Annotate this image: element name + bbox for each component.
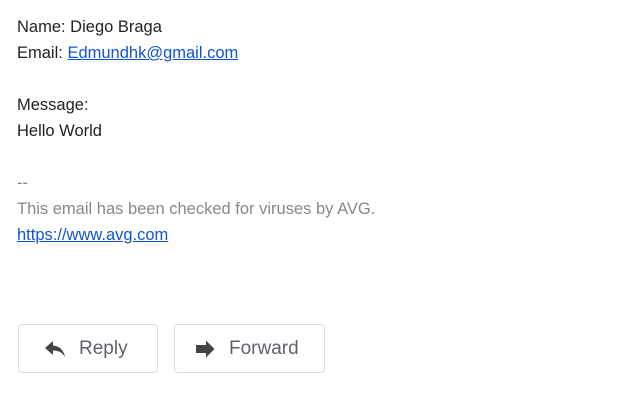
email-body: Name: Diego Braga Email: Edmundhk@gmail.… bbox=[17, 14, 375, 248]
signature-separator: -- bbox=[17, 174, 28, 192]
reply-label: Reply bbox=[79, 337, 128, 359]
forward-label: Forward bbox=[229, 337, 299, 359]
signature-link[interactable]: https://www.avg.com bbox=[17, 226, 168, 244]
forward-button[interactable]: Forward bbox=[174, 324, 325, 373]
reply-button[interactable]: Reply bbox=[18, 324, 158, 373]
sender-name: Name: Diego Braga bbox=[17, 18, 162, 36]
message-text: Hello World bbox=[17, 122, 102, 140]
forward-arrow-icon bbox=[193, 337, 217, 361]
message-actions: Reply Forward bbox=[18, 324, 325, 373]
message-label: Message: bbox=[17, 96, 89, 114]
sender-email-line: Email: Edmundhk@gmail.com bbox=[17, 40, 375, 66]
signature-text: This email has been checked for viruses … bbox=[17, 200, 376, 218]
email-label: Email: bbox=[17, 44, 68, 62]
sender-email-link[interactable]: Edmundhk@gmail.com bbox=[67, 44, 238, 62]
reply-arrow-icon bbox=[43, 337, 67, 361]
